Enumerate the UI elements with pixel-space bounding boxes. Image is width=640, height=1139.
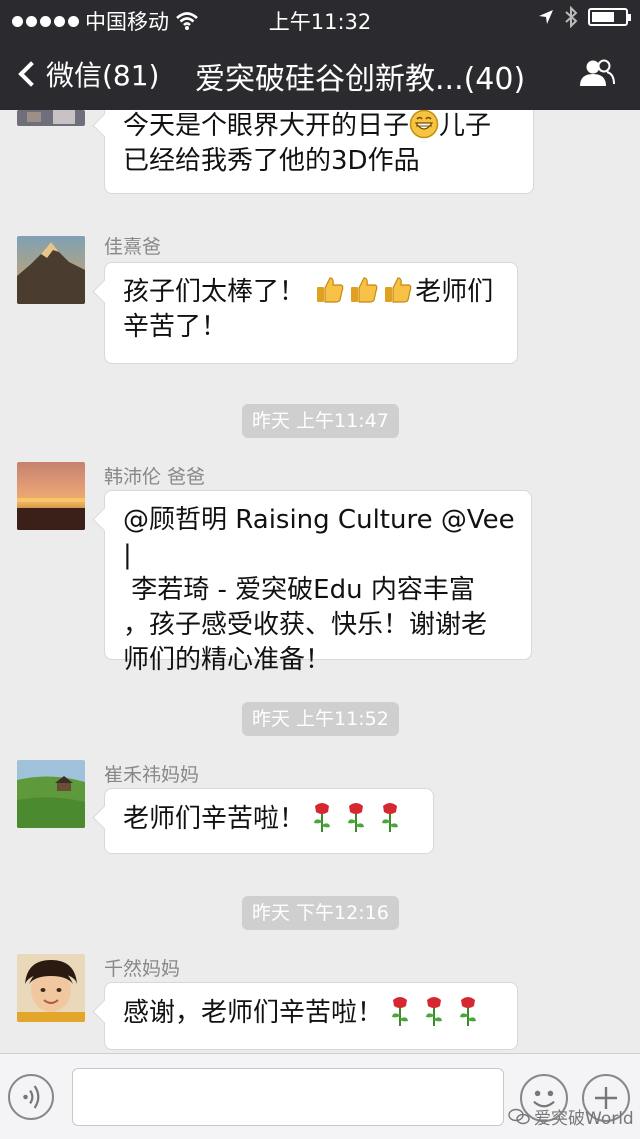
timestamp-label: 昨天 上午11:52	[242, 702, 399, 736]
back-label: 微信(81)	[46, 59, 160, 92]
chat-history[interactable]: 今天是个眼界大开的日子 儿子 已经给我秀了他的3D作品 佳熹爸 孩子们太棒了！ 老…	[0, 110, 640, 1053]
message-text: @顾哲明 Raising Culture @Vee |	[123, 505, 515, 570]
message-bubble[interactable]: 老师们辛苦啦！	[104, 788, 434, 854]
message-text: 今天是个眼界大开的日子	[123, 111, 410, 141]
grin-emoji	[409, 110, 439, 139]
message-text: 老师们辛苦啦！	[123, 804, 306, 834]
rose-emoji	[426, 997, 443, 1026]
timestamp-label: 昨天 下午12:16	[242, 896, 399, 930]
battery-icon	[588, 8, 631, 26]
message-text: 师们的精心准备！	[123, 645, 332, 675]
message-text: 孩子们太棒了！	[123, 277, 306, 307]
chat-title: 爱突破硅谷创新教...(40)	[195, 62, 526, 97]
avatar[interactable]	[17, 462, 85, 530]
message-bubble[interactable]: 感谢，老师们辛苦啦！	[104, 982, 518, 1050]
sender-name: 千然妈妈	[104, 958, 181, 980]
message-text: 辛苦了！	[123, 312, 228, 342]
watermark: 爱突破World	[508, 1104, 634, 1129]
thumbs-up-emoji	[351, 277, 378, 303]
wechat-logo-icon	[508, 1108, 530, 1124]
message-text: 李若琦 - 爱突破Edu 内容丰富	[123, 575, 475, 605]
message-bubble[interactable]: 今天是个眼界大开的日子 儿子 已经给我秀了他的3D作品	[104, 110, 534, 194]
timestamp-label: 昨天 上午11:47	[242, 404, 399, 438]
group-members-icon[interactable]	[578, 58, 616, 88]
message-text: 感谢，老师们辛苦啦！	[123, 998, 384, 1028]
message-input[interactable]	[72, 1068, 504, 1126]
sender-name: 崔禾祎妈妈	[104, 764, 200, 786]
rose-emoji	[392, 997, 409, 1026]
avatar[interactable]	[17, 760, 85, 828]
rose-emoji	[382, 803, 399, 832]
watermark-text: 爱突破World	[534, 1109, 634, 1129]
avatar[interactable]	[17, 236, 85, 304]
status-bar: 中国移动 上午11:32	[0, 0, 640, 38]
back-button[interactable]: 微信(81)	[14, 54, 159, 94]
rose-emoji	[348, 803, 365, 832]
avatar[interactable]	[17, 110, 85, 126]
status-right	[538, 6, 631, 28]
nav-bar: 微信(81) 爱突破硅谷创新教...(40)	[0, 38, 640, 110]
voice-icon[interactable]	[8, 1074, 54, 1120]
message-text: 儿子	[439, 111, 492, 141]
sender-name: 韩沛伦 爸爸	[104, 466, 206, 488]
location-icon	[539, 10, 553, 24]
rose-emoji	[314, 803, 331, 832]
message-text: 老师们	[415, 277, 494, 307]
back-chevron-icon	[18, 61, 44, 87]
message-text: ，孩子感受收获、快乐！谢谢老	[123, 610, 488, 640]
message-bubble[interactable]: @顾哲明 Raising Culture @Vee | 李若琦 - 爱突破Edu…	[104, 490, 532, 675]
message-text: 已经给我秀了他的3D作品	[123, 146, 420, 176]
sender-name: 佳熹爸	[104, 236, 162, 258]
avatar[interactable]	[17, 954, 85, 1022]
thumbs-up-emoji	[317, 277, 344, 303]
message-bubble[interactable]: 孩子们太棒了！ 老师们 辛苦了！	[104, 262, 518, 364]
bluetooth-icon	[565, 6, 578, 28]
rose-emoji	[460, 997, 477, 1026]
thumbs-up-emoji	[385, 277, 412, 303]
